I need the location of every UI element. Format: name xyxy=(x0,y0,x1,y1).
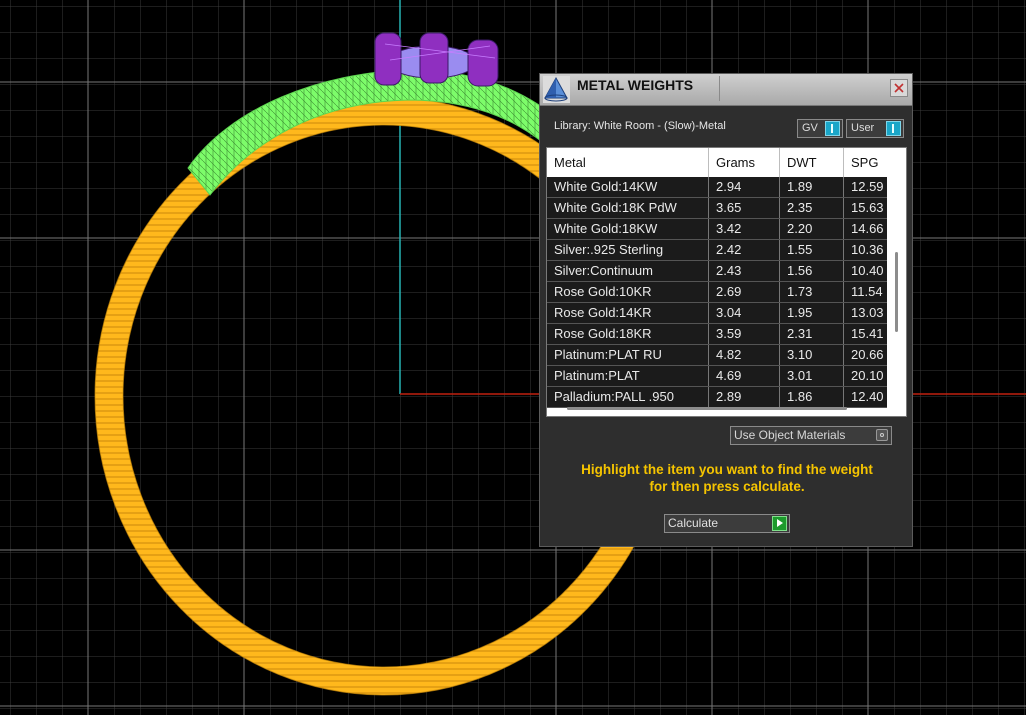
instruction-line: for then press calculate. xyxy=(649,479,805,494)
play-icon xyxy=(772,516,787,531)
cell-grams: 2.94 xyxy=(709,177,780,197)
cell-spg: 10.40 xyxy=(851,263,884,278)
table-row[interactable]: White Gold:14KW 2.94 1.89 12.59 xyxy=(547,177,887,198)
metal-weights-panel: METAL WEIGHTS Library: White Room - (Slo… xyxy=(539,73,913,547)
cell-dwt: 3.01 xyxy=(780,366,844,386)
cell-grams: 2.42 xyxy=(709,240,780,260)
cell-grams: 4.69 xyxy=(709,366,780,386)
cell-grams: 2.69 xyxy=(709,282,780,302)
use-object-materials-label: Use Object Materials xyxy=(734,428,846,442)
cell-metal: Platinum:PLAT xyxy=(547,366,709,386)
table-row[interactable]: White Gold:18KW 3.42 2.20 14.66 xyxy=(547,219,887,240)
cell-metal: Silver:.925 Sterling xyxy=(547,240,709,260)
cell-spg: 13.03 xyxy=(851,305,884,320)
cell-dwt: 1.55 xyxy=(780,240,844,260)
cell-dwt: 2.35 xyxy=(780,198,844,218)
cell-grams: 3.04 xyxy=(709,303,780,323)
cell-spg: 11.54 xyxy=(851,284,883,299)
cell-spg: 12.40 xyxy=(851,389,884,404)
table-body: White Gold:14KW 2.94 1.89 12.59 White Gold:1… xyxy=(547,177,887,408)
cell-spg: 12.59 xyxy=(851,179,884,194)
cell-dwt: 1.95 xyxy=(780,303,844,323)
cell-metal: White Gold:18KW xyxy=(547,219,709,239)
table-row[interactable]: Rose Gold:18KR 3.59 2.31 15.41 xyxy=(547,324,887,345)
gv-toggle[interactable]: GV xyxy=(797,119,843,138)
cell-spg: 15.41 xyxy=(851,326,884,341)
cell-dwt: 1.86 xyxy=(780,387,844,407)
gem-setting[interactable] xyxy=(374,32,499,87)
panel-titlebar[interactable]: METAL WEIGHTS xyxy=(540,74,912,106)
cell-dwt: 1.89 xyxy=(780,177,844,197)
table-row[interactable]: Palladium:PALL .950 2.89 1.86 12.40 xyxy=(547,387,887,408)
vertical-scrollbar[interactable] xyxy=(895,252,898,332)
library-label: Library: White Room - (Slow)-Metal xyxy=(554,120,726,132)
gv-toggle-label: GV xyxy=(802,122,818,134)
cell-grams: 3.42 xyxy=(709,219,780,239)
user-toggle[interactable]: User xyxy=(846,119,904,138)
cell-grams: 4.82 xyxy=(709,345,780,365)
column-header-metal[interactable]: Metal xyxy=(547,148,709,177)
cell-spg: 20.66 xyxy=(851,347,884,362)
column-header-dwt[interactable]: DWT xyxy=(780,148,844,177)
metal-table[interactable]: Metal Grams DWT SPG White Gold:14KW 2.94 1… xyxy=(546,147,907,417)
table-row[interactable]: Rose Gold:10KR 2.69 1.73 11.54 xyxy=(547,282,887,303)
table-row[interactable]: Silver:Continuum 2.43 1.56 10.40 xyxy=(547,261,887,282)
table-header: Metal Grams DWT SPG xyxy=(547,148,887,177)
panel-title: METAL WEIGHTS xyxy=(577,76,720,101)
user-toggle-label: User xyxy=(851,122,875,134)
toggle-switch-icon xyxy=(825,121,840,136)
cell-metal: Rose Gold:10KR xyxy=(547,282,709,302)
cell-metal: Rose Gold:18KR xyxy=(547,324,709,344)
cell-spg: 15.63 xyxy=(851,200,884,215)
table-row[interactable]: Platinum:PLAT RU 4.82 3.10 20.66 xyxy=(547,345,887,366)
cell-spg: 14.66 xyxy=(851,221,884,236)
cell-grams: 3.65 xyxy=(709,198,780,218)
table-row[interactable]: Platinum:PLAT 4.69 3.01 20.10 xyxy=(547,366,887,387)
table-row[interactable]: White Gold:18K PdW 3.65 2.35 15.63 xyxy=(547,198,887,219)
cell-dwt: 3.10 xyxy=(780,345,844,365)
table-row[interactable]: Silver:.925 Sterling 2.42 1.55 10.36 xyxy=(547,240,887,261)
column-header-spg[interactable]: SPG xyxy=(844,148,887,177)
cell-grams: 2.43 xyxy=(709,261,780,281)
cell-grams: 2.89 xyxy=(709,387,780,407)
cell-metal: White Gold:14KW xyxy=(547,177,709,197)
instruction-text: Highlight the item you want to find the … xyxy=(554,461,900,495)
cell-spg: 20.10 xyxy=(851,368,884,383)
cell-metal: Palladium:PALL .950 xyxy=(547,387,709,407)
radio-icon xyxy=(876,429,888,441)
close-button[interactable] xyxy=(890,79,908,97)
cell-dwt: 1.73 xyxy=(780,282,844,302)
pyramid-icon xyxy=(543,76,570,103)
cell-spg: 10.36 xyxy=(851,242,884,257)
horizontal-scrollbar[interactable] xyxy=(567,407,847,410)
cell-metal: Platinum:PLAT RU xyxy=(547,345,709,365)
cell-dwt: 2.20 xyxy=(780,219,844,239)
calculate-label: Calculate xyxy=(668,516,719,530)
cell-metal: Silver:Continuum xyxy=(547,261,709,281)
toggle-switch-icon xyxy=(886,121,901,136)
calculate-button[interactable]: Calculate xyxy=(664,514,790,533)
cell-metal: White Gold:18K PdW xyxy=(547,198,709,218)
instruction-line: Highlight the item you want to find the … xyxy=(581,462,873,477)
cell-grams: 3.59 xyxy=(709,324,780,344)
table-row[interactable]: Rose Gold:14KR 3.04 1.95 13.03 xyxy=(547,303,887,324)
use-object-materials-option[interactable]: Use Object Materials xyxy=(730,426,892,445)
close-icon xyxy=(894,83,904,93)
cell-metal: Rose Gold:14KR xyxy=(547,303,709,323)
cell-dwt: 1.56 xyxy=(780,261,844,281)
column-header-grams[interactable]: Grams xyxy=(709,148,780,177)
cell-dwt: 2.31 xyxy=(780,324,844,344)
